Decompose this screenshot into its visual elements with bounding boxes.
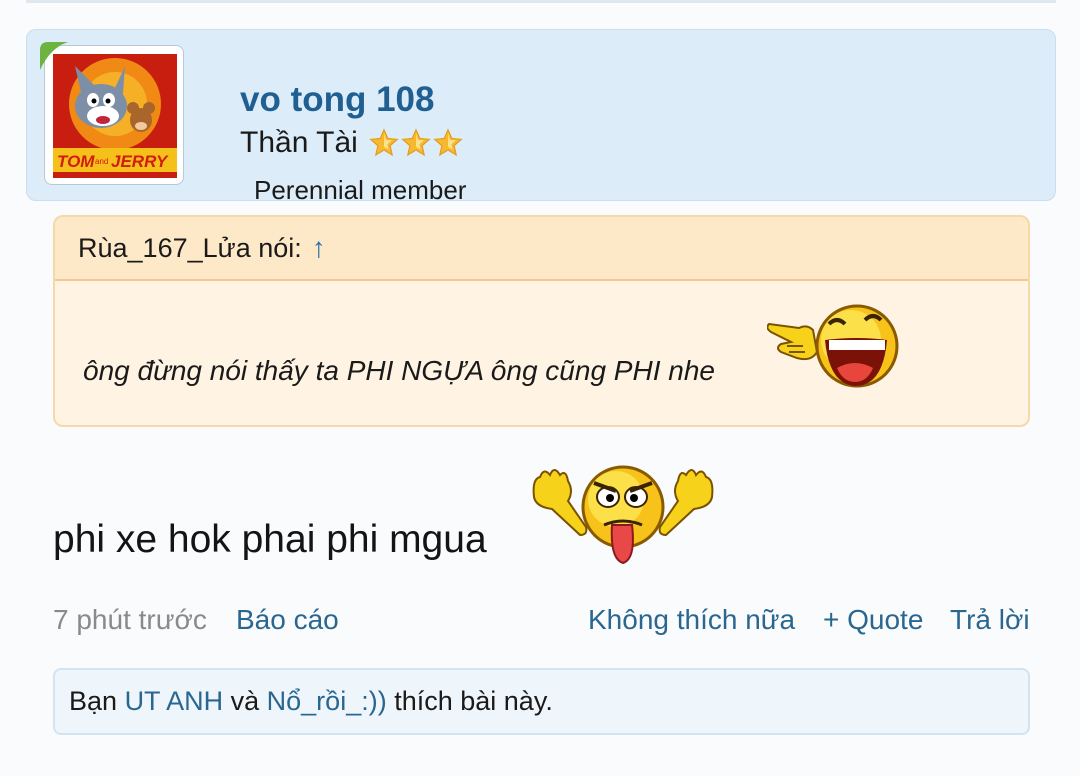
star-icon [369,128,399,157]
liker-link[interactable]: UT ANH [125,686,224,717]
rank-stars [368,127,464,159]
likes-summary: Bạn UT ANH và Nổ_rồi_:)) thích bài này. [53,668,1030,735]
top-divider [26,0,1056,3]
quote-text: ông đừng nói thấy ta PHI NGỰA ông cũng P… [83,355,715,386]
online-status-icon [40,42,68,70]
author-username[interactable]: vo tong 108 [240,80,434,120]
likes-suffix: thích bài này. [394,686,553,716]
report-link[interactable]: Báo cáo [236,604,339,636]
liker-link[interactable]: Nổ_rồi_:)) [267,686,387,717]
laughing-pointing-smiley-icon [767,304,899,388]
jump-to-quote-icon[interactable]: ↑ [312,232,326,264]
star-icon [433,128,463,157]
svg-text:JERRY: JERRY [111,152,169,171]
svg-text:TOM: TOM [57,152,95,171]
author-rank: Thần Tài [240,126,464,160]
user-info-card: TOM and JERRY vo tong 108 Thần Tài Peren… [26,29,1056,205]
quote-author: Rùa_167_Lửa nói: [78,232,302,263]
post-meta-row: 7 phút trước Báo cáo Không thích nữa + Q… [53,604,1030,640]
member-title: Perennial member [254,175,467,205]
star-icon [401,128,431,157]
quote-block: Rùa_167_Lửa nói: ↑ ông đừng nói thấy ta … [53,215,1030,427]
svg-text:and: and [95,157,108,166]
reply-link[interactable]: Trả lời [950,604,1030,636]
quote-link[interactable]: + Quote [823,604,923,636]
likes-and: và [230,686,260,716]
likes-prefix: Bạn [69,686,118,716]
tongue-out-smiley-icon [532,465,714,565]
unlike-link[interactable]: Không thích nữa [588,604,795,636]
rank-label: Thần Tài [240,126,358,159]
post-timestamp: 7 phút trước [53,604,207,635]
quote-header: Rùa_167_Lửa nói: ↑ [55,217,1028,281]
post-body-text: phi xe hok phai phi mgua [53,518,487,561]
